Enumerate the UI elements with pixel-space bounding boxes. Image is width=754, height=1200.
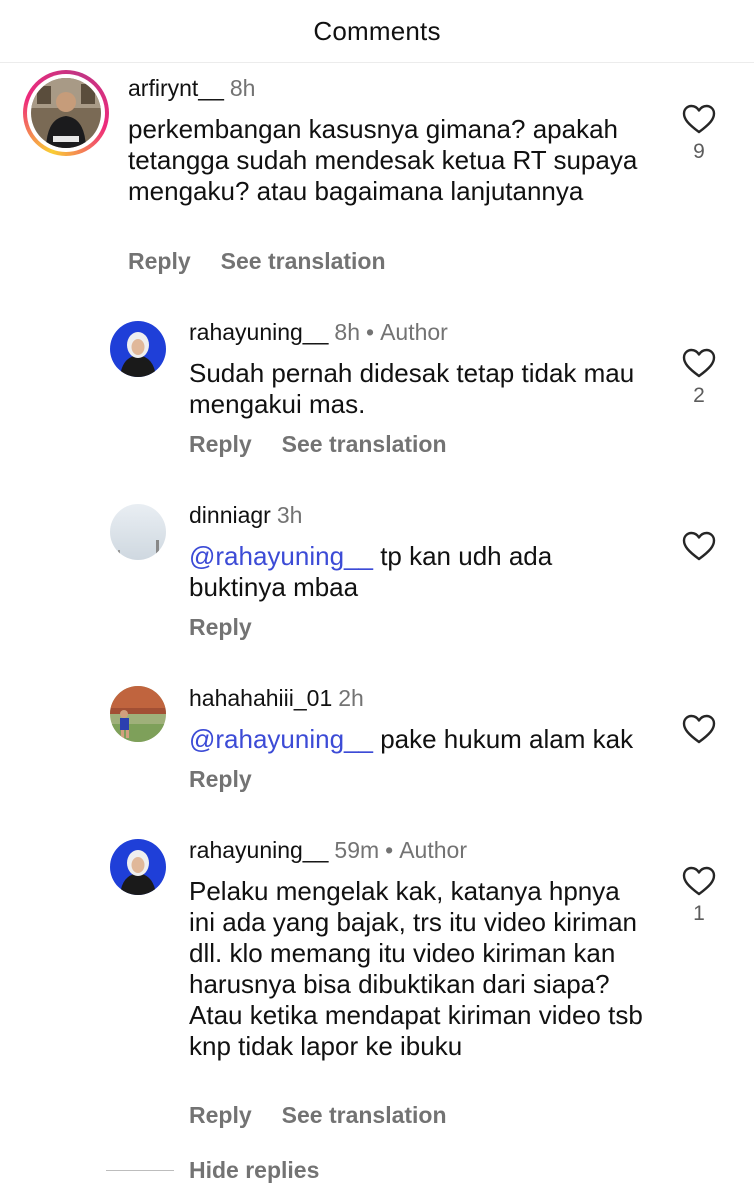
comment-text: Pelaku mengelak kak, katanya hpnya ini a… bbox=[189, 876, 643, 1061]
heart-outline-icon bbox=[682, 104, 716, 134]
reply-button[interactable]: Reply bbox=[189, 614, 252, 640]
heart-outline-icon bbox=[682, 866, 716, 896]
heart-outline-icon bbox=[682, 531, 716, 561]
comment-username[interactable]: arfirynt__ bbox=[128, 75, 224, 101]
avatar[interactable] bbox=[110, 321, 166, 377]
like-button[interactable]: 1 bbox=[679, 866, 719, 926]
comment-username[interactable]: rahayuning__ bbox=[189, 319, 328, 345]
see-translation-button[interactable]: See translation bbox=[282, 1102, 447, 1128]
reply-button[interactable]: Reply bbox=[189, 766, 252, 792]
comment-username[interactable]: rahayuning__ bbox=[189, 837, 328, 863]
reply-button[interactable]: Reply bbox=[189, 431, 252, 457]
comment-timestamp: 59m bbox=[334, 837, 380, 863]
hide-replies-label: Hide replies bbox=[189, 1156, 320, 1183]
author-badge: Author bbox=[399, 837, 467, 863]
comment-text: @rahayuning__ pake hukum alam kak bbox=[189, 724, 634, 754]
avatar bbox=[31, 78, 101, 148]
comment-username[interactable]: hahahahiii_01 bbox=[189, 685, 332, 711]
comment-text: Sudah pernah didesak tetap tidak mau men… bbox=[189, 358, 635, 419]
heart-outline-icon bbox=[682, 348, 716, 378]
mention-link[interactable]: @rahayuning__ bbox=[189, 541, 373, 571]
comment-timestamp: 8h bbox=[334, 319, 360, 345]
comment-username[interactable]: dinniagr bbox=[189, 502, 271, 528]
like-count: 9 bbox=[693, 140, 705, 163]
mention-link[interactable]: @rahayuning__ bbox=[189, 724, 373, 754]
like-button[interactable]: 9 bbox=[679, 104, 719, 164]
comment-text: perkembangan kasusnya gimana? apakah tet… bbox=[128, 114, 638, 206]
hide-replies-button[interactable]: Hide replies bbox=[106, 1154, 319, 1186]
avatar[interactable] bbox=[110, 686, 166, 742]
comment-timestamp: 2h bbox=[338, 685, 364, 711]
like-button[interactable]: 2 bbox=[679, 348, 719, 408]
avatar[interactable] bbox=[110, 504, 166, 560]
reply-button[interactable]: Reply bbox=[189, 1102, 252, 1128]
comment-timestamp: 8h bbox=[229, 75, 256, 101]
header-title: Comments bbox=[313, 15, 441, 46]
reply-button[interactable]: Reply bbox=[128, 248, 191, 274]
comment-timestamp: 3h bbox=[276, 502, 303, 528]
avatar-story-ring[interactable] bbox=[23, 70, 109, 156]
thread-divider-line bbox=[106, 1169, 174, 1171]
see-translation-button[interactable]: See translation bbox=[221, 248, 386, 274]
like-count: 2 bbox=[693, 384, 705, 407]
avatar[interactable] bbox=[110, 839, 166, 895]
like-button[interactable] bbox=[679, 714, 719, 744]
author-badge: Author bbox=[380, 319, 448, 345]
comments-header: Comments bbox=[0, 0, 754, 63]
comment-text: @rahayuning__ tp kan udh ada buktinya mb… bbox=[189, 541, 553, 602]
see-translation-button[interactable]: See translation bbox=[282, 431, 447, 457]
like-button[interactable] bbox=[679, 531, 719, 561]
heart-outline-icon bbox=[682, 714, 716, 744]
like-count: 1 bbox=[693, 902, 705, 925]
